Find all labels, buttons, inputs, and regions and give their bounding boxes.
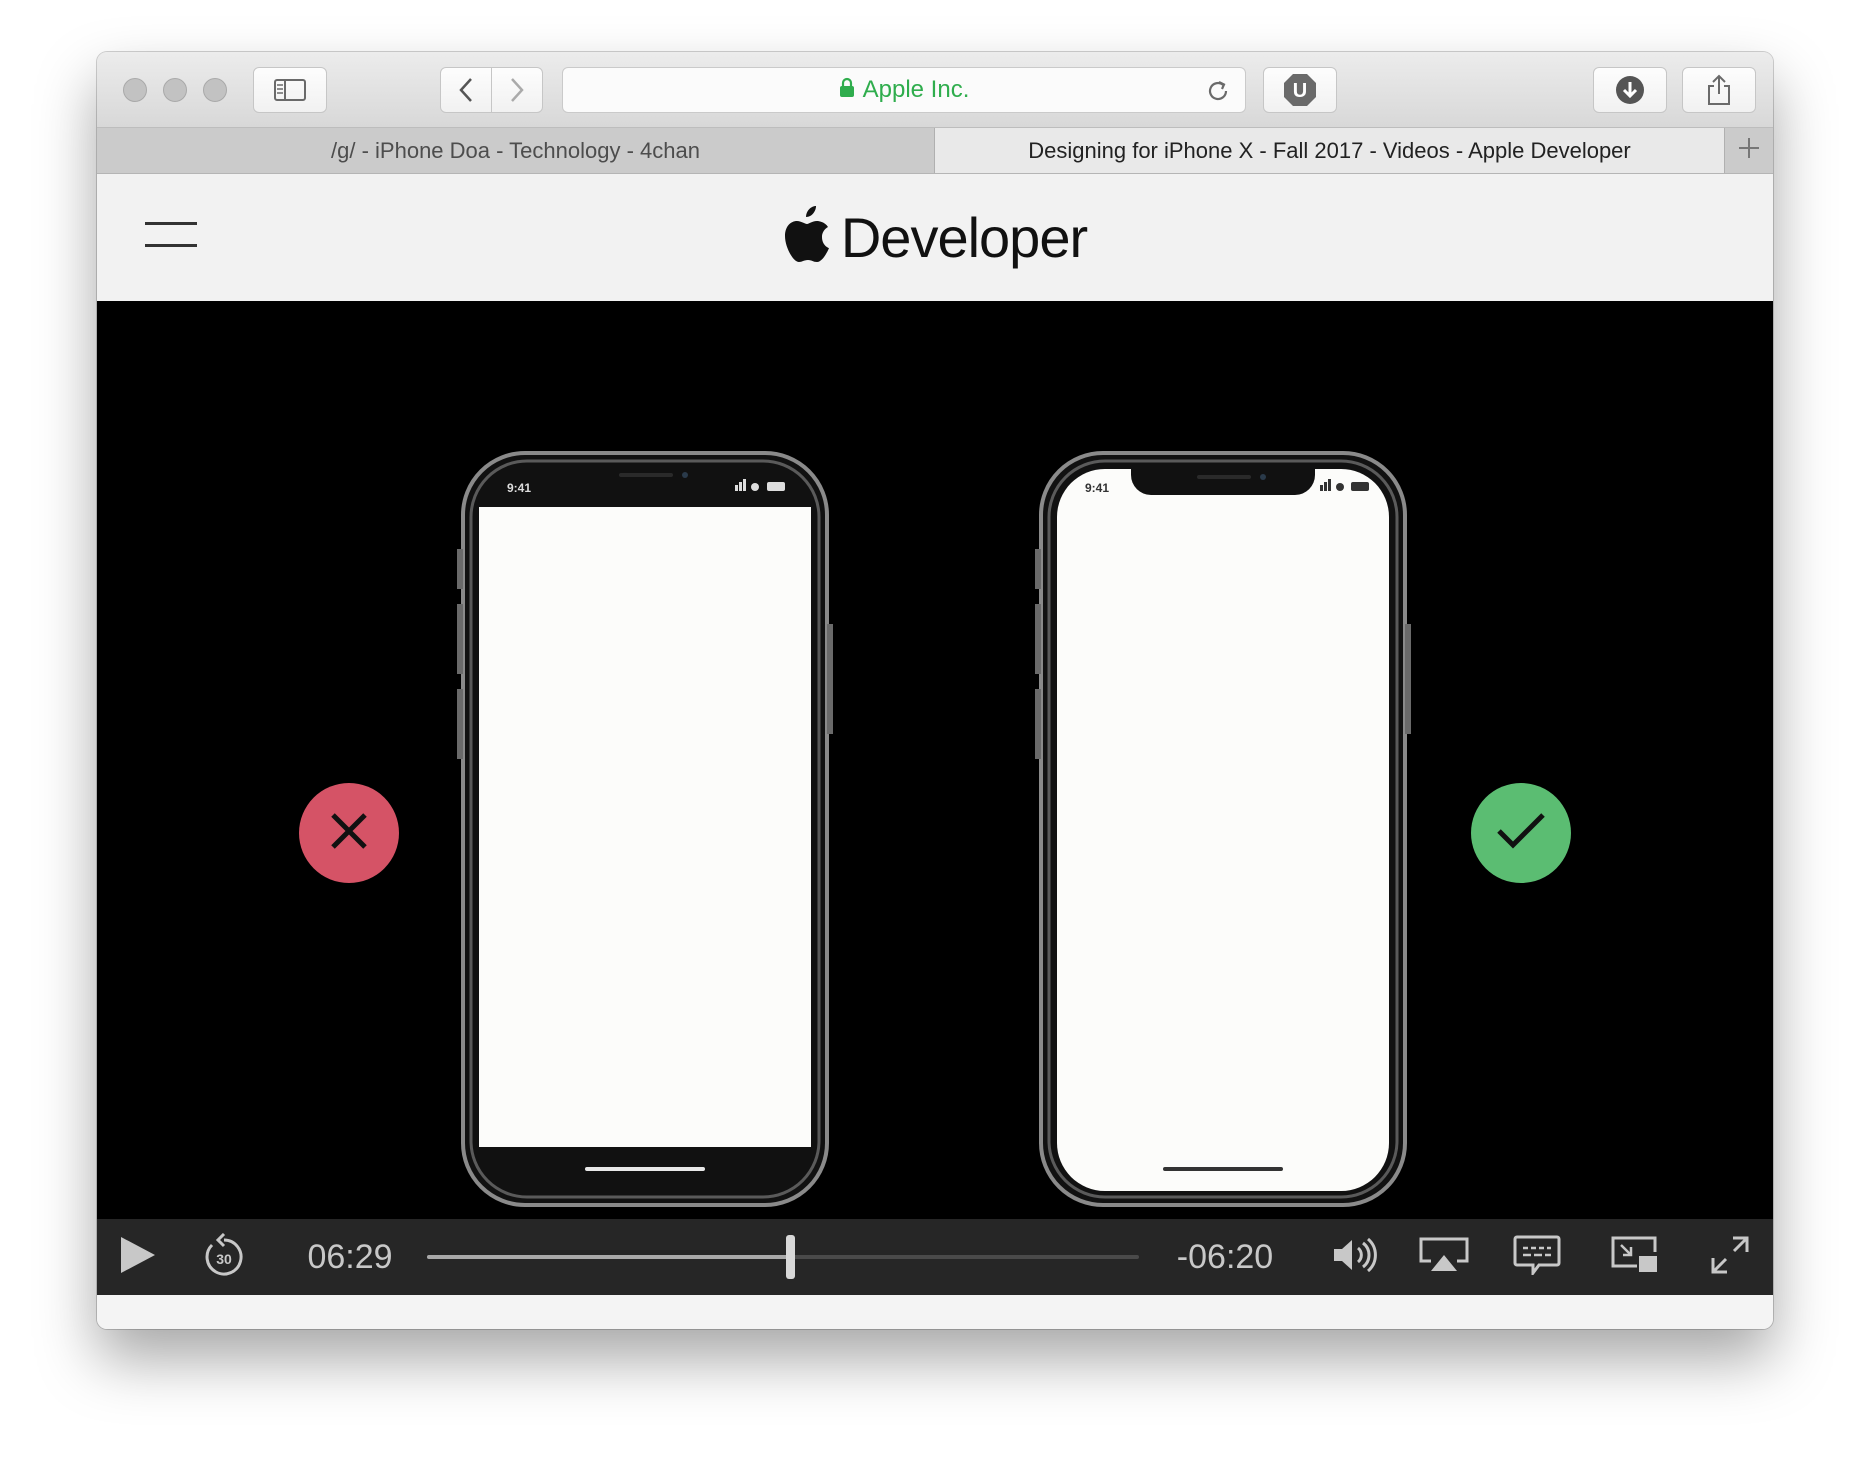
skip-back-30-button[interactable]: 30 (201, 1219, 247, 1295)
checkmark-icon (1495, 809, 1547, 858)
address-site-label: Apple Inc. (862, 76, 970, 103)
svg-text:U: U (1293, 80, 1307, 102)
minimize-window-button[interactable] (163, 78, 187, 102)
video-controls: 30 06:29 -06:20 (97, 1219, 1773, 1295)
tab-bar: /g/ - iPhone Doa - Technology - 4chan De… (97, 128, 1773, 174)
zoom-window-button[interactable] (203, 78, 227, 102)
brand-title: Developer (840, 206, 1088, 269)
browser-toolbar: Apple Inc. U (97, 52, 1773, 128)
progress-fill (427, 1255, 791, 1259)
status-time-left: 9:41 (507, 481, 531, 495)
picture-in-picture-button[interactable] (1607, 1219, 1663, 1295)
tab-label: /g/ - iPhone Doa - Technology - 4chan (331, 137, 700, 163)
share-button[interactable] (1682, 67, 1756, 113)
x-mark-icon (327, 809, 371, 858)
remaining-time: -06:20 (1176, 1237, 1274, 1276)
volume-icon (1332, 1236, 1378, 1279)
volume-button[interactable] (1327, 1219, 1383, 1295)
address-bar[interactable]: Apple Inc. (562, 67, 1246, 113)
correct-check-badge (1471, 783, 1571, 883)
captions-button[interactable] (1509, 1219, 1565, 1295)
elapsed-time: 06:29 (307, 1237, 393, 1276)
close-window-button[interactable] (123, 78, 147, 102)
forward-button[interactable] (491, 67, 543, 113)
ublock-shield-icon: U (1282, 72, 1318, 108)
page-below-video (97, 1295, 1773, 1329)
wrong-x-badge (299, 783, 399, 883)
tab-apple-developer[interactable]: Designing for iPhone X - Fall 2017 - Vid… (935, 128, 1725, 173)
video-player[interactable]: 9:41 9:41 (97, 301, 1773, 1219)
chevron-right-icon (509, 77, 525, 103)
browser-window: Apple Inc. U /g/ - iPhone Doa - Technolo… (97, 52, 1773, 1329)
skip-back-30-icon: 30 (202, 1232, 246, 1282)
captions-icon (1513, 1235, 1561, 1280)
svg-text:30: 30 (216, 1251, 232, 1267)
picture-in-picture-icon (1611, 1236, 1659, 1279)
progress-bar[interactable] (427, 1235, 1139, 1279)
new-tab-button[interactable] (1725, 128, 1773, 173)
reload-icon[interactable] (1205, 78, 1231, 109)
sidebar-toggle-button[interactable] (253, 67, 327, 113)
back-button[interactable] (440, 67, 492, 113)
play-button[interactable] (113, 1219, 163, 1295)
status-time-right: 9:41 (1085, 481, 1109, 495)
airplay-button[interactable] (1413, 1219, 1475, 1295)
downloads-button[interactable] (1593, 67, 1667, 113)
sidebar-icon (274, 79, 306, 101)
progress-knob[interactable] (786, 1235, 796, 1279)
download-icon (1615, 75, 1645, 105)
site-header: Developer (97, 174, 1773, 301)
tab-label: Designing for iPhone X - Fall 2017 - Vid… (1028, 137, 1631, 163)
tab-4chan[interactable]: /g/ - iPhone Doa - Technology - 4chan (97, 128, 935, 173)
ublock-extension-button[interactable]: U (1263, 67, 1337, 113)
apple-logo-icon (783, 206, 831, 269)
fullscreen-button[interactable] (1705, 1219, 1755, 1295)
share-icon (1706, 74, 1732, 106)
phone-correct-layout: 9:41 (1035, 451, 1411, 1207)
lock-icon (839, 76, 855, 104)
chevron-left-icon (458, 77, 474, 103)
play-icon (119, 1235, 157, 1280)
developer-brand[interactable]: Developer (97, 174, 1773, 301)
fullscreen-icon (1709, 1234, 1751, 1281)
airplay-icon (1419, 1237, 1469, 1278)
plus-icon (1738, 137, 1760, 164)
phone-incorrect-layout: 9:41 (457, 451, 833, 1207)
